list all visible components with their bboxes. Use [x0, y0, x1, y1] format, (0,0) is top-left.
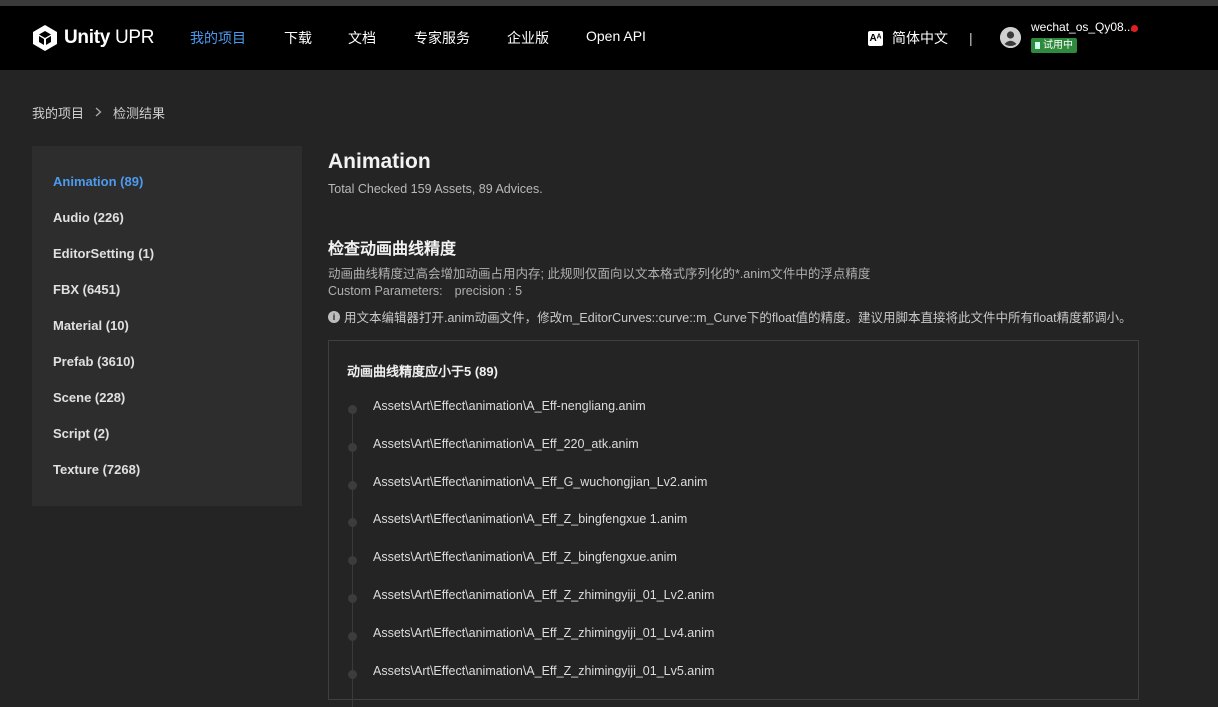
- breadcrumb: 我的项目 检测结果: [32, 103, 165, 122]
- top-navbar: Unity UPR 我的项目 下载 文档 专家服务 企业版 Open API A…: [0, 6, 1218, 70]
- sidebar-item-scene[interactable]: Scene (228): [53, 390, 125, 405]
- sidebar-item-material[interactable]: Material (10): [53, 318, 129, 333]
- unity-upr-logo[interactable]: Unity UPR: [32, 24, 155, 52]
- page-summary: Total Checked 159 Assets, 89 Advices.: [328, 182, 543, 196]
- sidebar-item-fbx[interactable]: FBX (6451): [53, 282, 120, 297]
- rule-description: 动画曲线精度过高会增加动画占用内存; 此规则仅面向以文本格式序列化的*.anim…: [328, 267, 871, 281]
- rule-title: 检查动画曲线精度: [328, 241, 457, 258]
- file-path[interactable]: Assets\Art\Effect\animation\A_Eff_Z_zhim…: [373, 588, 714, 602]
- rule-params-label: Custom Parameters:: [328, 284, 443, 298]
- user-avatar-icon[interactable]: [1000, 27, 1021, 48]
- sidebar-item-script[interactable]: Script (2): [53, 426, 109, 441]
- timeline-dot: [348, 670, 357, 679]
- timeline-dot: [348, 405, 357, 414]
- nav-divider: |: [969, 30, 973, 46]
- results-panel: 动画曲线精度应小于5 (89) Assets\Art\Effect\animat…: [328, 340, 1139, 707]
- timeline-dot: [348, 443, 357, 452]
- list-item: Assets\Art\Effect\animation\A_Eff_Z_zhim…: [329, 588, 1109, 608]
- list-item: Assets\Art\Effect\animation\A_Eff_Z_zhim…: [329, 626, 1109, 646]
- list-item: Assets\Art\Effect\animation\A_Eff-nengli…: [329, 399, 1109, 419]
- rule-parameters: Custom Parameters: precision : 5: [328, 284, 522, 298]
- brand-suffix: UPR: [115, 27, 155, 48]
- category-sidebar: Animation (89) Audio (226) EditorSetting…: [32, 146, 302, 506]
- sidebar-item-editorsetting[interactable]: EditorSetting (1): [53, 246, 154, 261]
- nav-enterprise[interactable]: 企业版: [507, 28, 549, 48]
- info-icon: i: [328, 310, 340, 323]
- timeline-dot: [348, 556, 357, 565]
- rule-tip: i 用文本编辑器打开.anim动画文件，修改m_EditorCurves::cur…: [328, 307, 1132, 326]
- list-item: Assets\Art\Effect\animation\A_Eff_G_wuch…: [329, 475, 1109, 495]
- breadcrumb-current: 检测结果: [113, 106, 166, 121]
- file-path[interactable]: Assets\Art\Effect\animation\A_Eff_220_at…: [373, 437, 639, 451]
- unity-cube-icon: [33, 25, 57, 51]
- brand-name: Unity UPR: [64, 27, 155, 49]
- user-name[interactable]: wechat_os_Qy08...: [1031, 20, 1134, 34]
- nav-open-api[interactable]: Open API: [586, 28, 646, 44]
- file-path[interactable]: Assets\Art\Effect\animation\A_Eff_G_wuch…: [373, 475, 707, 489]
- list-item: Assets\Art\Effect\animation\A_Eff_220_at…: [329, 437, 1109, 457]
- breadcrumb-my-projects[interactable]: 我的项目: [32, 103, 84, 122]
- nav-docs[interactable]: 文档: [348, 28, 376, 48]
- file-path[interactable]: Assets\Art\Effect\animation\A_Eff_Z_zhim…: [373, 626, 714, 640]
- trial-badge-label: 试用中: [1043, 40, 1073, 51]
- timeline-dot: [348, 594, 357, 603]
- list-item: Assets\Art\Effect\animation\A_Eff_Z_bing…: [329, 512, 1109, 532]
- timeline-dot: [348, 518, 357, 527]
- rule-tip-text: 用文本编辑器打开.anim动画文件，修改m_EditorCurves::curv…: [344, 311, 1132, 325]
- sidebar-item-texture[interactable]: Texture (7268): [53, 462, 140, 477]
- list-item: Assets\Art\Effect\animation\A_Eff_Z_bing…: [329, 550, 1109, 570]
- file-path[interactable]: Assets\Art\Effect\animation\A_Eff_Z_bing…: [373, 550, 677, 564]
- timeline-dot: [348, 481, 357, 490]
- file-path[interactable]: Assets\Art\Effect\animation\A_Eff_Z_zhim…: [373, 664, 714, 678]
- chevron-right-icon: [95, 105, 102, 120]
- language-switcher[interactable]: Aᴬ 简体中文: [868, 28, 948, 48]
- sidebar-item-prefab[interactable]: Prefab (3610): [53, 354, 135, 369]
- translate-icon: Aᴬ: [868, 30, 883, 46]
- results-title: 动画曲线精度应小于5 (89): [347, 364, 498, 379]
- timeline-dot: [348, 632, 357, 641]
- file-path[interactable]: Assets\Art\Effect\animation\A_Eff_Z_bing…: [373, 512, 687, 526]
- trial-status-badge: 试用中: [1031, 38, 1077, 53]
- sidebar-item-audio[interactable]: Audio (226): [53, 210, 124, 225]
- badge-icon: [1035, 42, 1040, 49]
- brand-main: Unity: [64, 27, 111, 48]
- nav-download[interactable]: 下载: [284, 28, 312, 48]
- notification-dot: [1131, 25, 1138, 32]
- nav-my-projects[interactable]: 我的项目: [190, 28, 246, 48]
- sidebar-item-animation[interactable]: Animation (89): [53, 174, 143, 189]
- language-label: 简体中文: [892, 30, 948, 46]
- page-title: Animation: [328, 150, 431, 173]
- list-item: Assets\Art\Effect\animation\A_Eff_Z_zhim…: [329, 664, 1109, 684]
- file-path[interactable]: Assets\Art\Effect\animation\A_Eff-nengli…: [373, 399, 646, 413]
- rule-params-value: precision : 5: [454, 284, 523, 298]
- nav-expert-services[interactable]: 专家服务: [414, 28, 470, 48]
